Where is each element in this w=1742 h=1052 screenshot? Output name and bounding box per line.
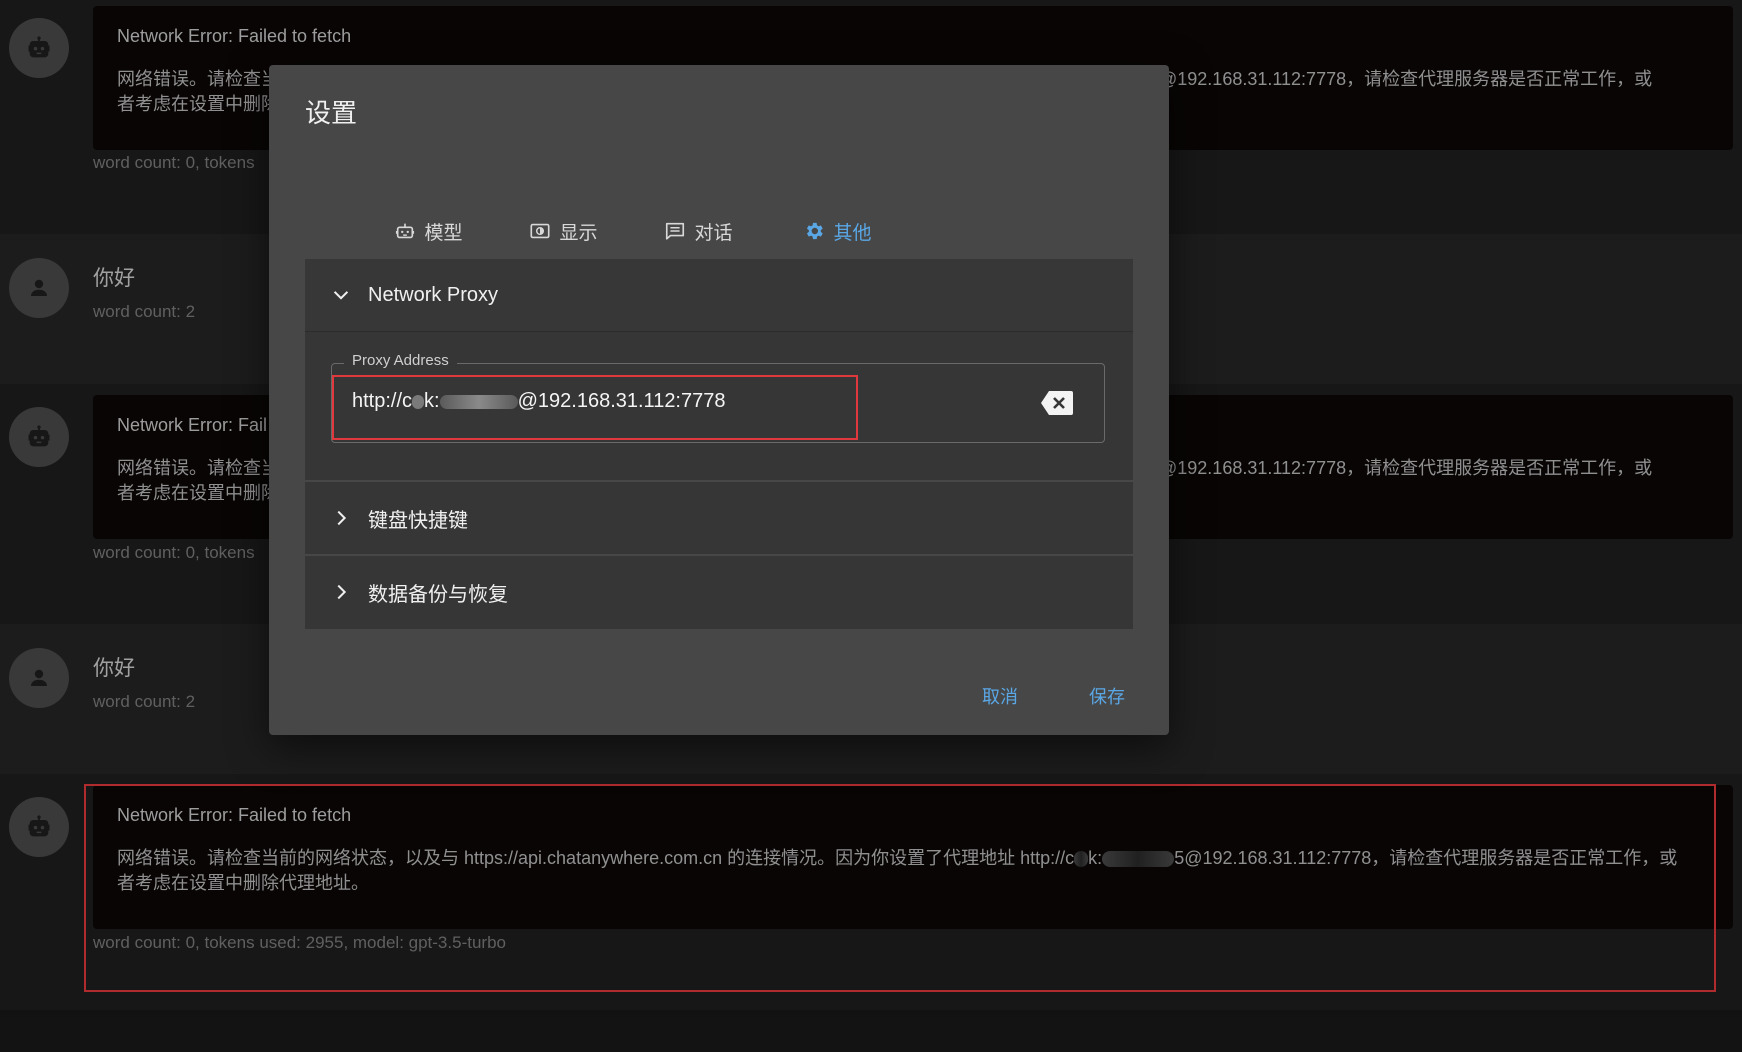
clear-input-button[interactable] <box>1040 389 1074 417</box>
divider <box>305 331 1133 332</box>
backspace-icon <box>1041 391 1073 415</box>
section-title: 数据备份与恢复 <box>368 583 508 606</box>
chevron-right-icon <box>330 507 356 529</box>
backup-restore-header[interactable]: 数据备份与恢复 <box>305 556 1133 628</box>
chat-icon <box>666 222 685 240</box>
robot-icon <box>396 223 415 239</box>
backup-restore-section: 数据备份与恢复 <box>305 556 1133 629</box>
chevron-right-icon <box>330 581 356 603</box>
save-button[interactable]: 保存 <box>1089 683 1125 709</box>
annotation-highlight <box>332 375 858 440</box>
keyboard-shortcuts-section: 键盘快捷键 <box>305 482 1133 554</box>
keyboard-shortcuts-header[interactable]: 键盘快捷键 <box>305 482 1133 554</box>
section-title: 键盘快捷键 <box>368 509 468 532</box>
settings-dialog: 设置 模型 显示 对话 其他 Network Proxy Proxy Addre… <box>269 65 1169 735</box>
proxy-address-label: Proxy Address <box>344 352 457 369</box>
cancel-button[interactable]: 取消 <box>982 683 1018 709</box>
network-proxy-section: Network Proxy Proxy Address http://c k: @1… <box>305 259 1133 480</box>
network-proxy-header[interactable]: Network Proxy <box>305 259 1133 331</box>
dialog-title: 设置 <box>305 98 358 128</box>
section-title: Network Proxy <box>368 283 499 306</box>
display-icon <box>530 223 551 239</box>
gear-icon <box>807 222 824 240</box>
proxy-address-field[interactable]: Proxy Address http://c k: @192.168.31.112:… <box>331 352 1105 443</box>
chevron-down-icon <box>330 284 356 306</box>
